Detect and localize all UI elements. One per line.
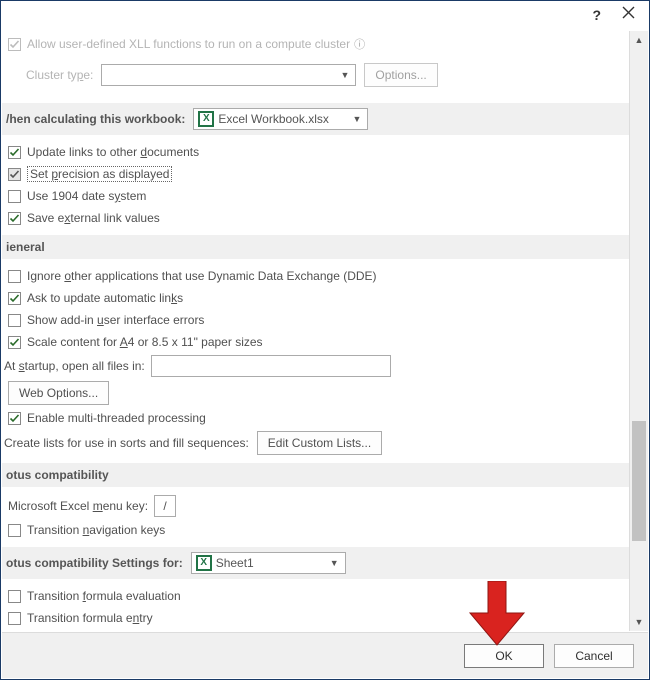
row-scale-content: Scale content for A4 or 8.5 x 11" paper … bbox=[2, 331, 629, 353]
trans-formula-entry-label: Transition formula entry bbox=[27, 611, 153, 625]
enable-mt-label: Enable multi-threaded processing bbox=[27, 411, 206, 425]
row-update-links: Update links to other documents bbox=[2, 141, 629, 163]
content-area: Allow user-defined XLL functions to run … bbox=[2, 31, 648, 631]
scroll-area: Allow user-defined XLL functions to run … bbox=[2, 31, 629, 631]
row-enable-mt: Enable multi-threaded processing bbox=[2, 407, 629, 429]
row-ask-update: Ask to update automatic links bbox=[2, 287, 629, 309]
checkbox-show-addin[interactable] bbox=[8, 314, 21, 327]
show-addin-label: Show add-in user interface errors bbox=[27, 313, 204, 327]
row-web-options: Web Options... bbox=[2, 379, 629, 407]
use-1904-label: Use 1904 date system bbox=[27, 189, 146, 203]
checkbox-xll bbox=[8, 38, 21, 51]
checkbox-ignore-dde[interactable] bbox=[8, 270, 21, 283]
workbook-dropdown[interactable]: X Excel Workbook.xlsx ▼ bbox=[193, 108, 368, 130]
row-trans-nav: Transition navigation keys bbox=[2, 519, 629, 541]
ask-update-label: Ask to update automatic links bbox=[27, 291, 183, 305]
xll-label: Allow user-defined XLL functions to run … bbox=[27, 37, 350, 51]
section-header-general: ieneral bbox=[2, 235, 629, 259]
help-icon[interactable]: ? bbox=[592, 7, 601, 23]
menu-key-input[interactable]: / bbox=[154, 495, 176, 517]
chevron-down-icon: ▼ bbox=[336, 70, 353, 80]
checkbox-ask-update[interactable] bbox=[8, 292, 21, 305]
ok-button[interactable]: OK bbox=[464, 644, 544, 668]
row-trans-formula-entry: Transition formula entry bbox=[2, 607, 629, 629]
titlebar: ? bbox=[1, 1, 649, 31]
section-header-lotus-settings: otus compatibility Settings for: X Sheet… bbox=[2, 547, 629, 579]
cluster-options-button[interactable]: Options... bbox=[364, 63, 437, 87]
cluster-dropdown[interactable]: ▼ bbox=[101, 64, 356, 86]
dialog-button-bar: OK Cancel bbox=[2, 632, 648, 678]
sheet-name: Sheet1 bbox=[216, 556, 254, 570]
excel-workbook-icon: X bbox=[198, 111, 214, 127]
set-precision-label: Set precision as displayed bbox=[27, 166, 172, 182]
lotus-settings-header-label: otus compatibility Settings for: bbox=[6, 556, 183, 570]
row-use-1904: Use 1904 date system bbox=[2, 185, 629, 207]
cluster-label: Cluster type: bbox=[26, 68, 93, 82]
scroll-up-icon[interactable]: ▲ bbox=[630, 31, 648, 49]
trans-nav-label: Transition navigation keys bbox=[27, 523, 165, 537]
checkbox-use-1904[interactable] bbox=[8, 190, 21, 203]
workbook-name: Excel Workbook.xlsx bbox=[218, 112, 328, 126]
close-icon[interactable] bbox=[622, 6, 635, 22]
checkbox-scale-content[interactable] bbox=[8, 336, 21, 349]
startup-label: At startup, open all files in: bbox=[4, 359, 145, 373]
xll-row: Allow user-defined XLL functions to run … bbox=[2, 33, 629, 55]
info-icon[interactable]: ⓘ bbox=[354, 36, 365, 52]
update-links-label: Update links to other documents bbox=[27, 145, 199, 159]
web-options-button[interactable]: Web Options... bbox=[8, 381, 109, 405]
row-show-addin: Show add-in user interface errors bbox=[2, 309, 629, 331]
row-trans-formula-eval: Transition formula evaluation bbox=[2, 585, 629, 607]
checkbox-trans-formula-entry[interactable] bbox=[8, 612, 21, 625]
row-save-external: Save external link values bbox=[2, 207, 629, 229]
row-create-lists: Create lists for use in sorts and fill s… bbox=[2, 429, 629, 457]
checkbox-save-external[interactable] bbox=[8, 212, 21, 225]
vertical-scrollbar[interactable]: ▲ ▼ bbox=[629, 31, 648, 631]
scale-content-label: Scale content for A4 or 8.5 x 11" paper … bbox=[27, 335, 263, 349]
checkbox-enable-mt[interactable] bbox=[8, 412, 21, 425]
cluster-row: Cluster type: ▼ Options... bbox=[2, 61, 629, 89]
row-startup: At startup, open all files in: bbox=[2, 353, 629, 379]
menu-key-label: Microsoft Excel menu key: bbox=[8, 499, 148, 513]
row-set-precision: Set precision as displayed bbox=[2, 163, 629, 185]
scrollbar-thumb[interactable] bbox=[632, 421, 646, 541]
save-external-label: Save external link values bbox=[27, 211, 160, 225]
annotation-arrow-icon bbox=[468, 581, 526, 647]
checkbox-trans-formula-eval[interactable] bbox=[8, 590, 21, 603]
row-menu-key: Microsoft Excel menu key: / bbox=[2, 493, 629, 519]
section-header-calc: /hen calculating this workbook: X Excel … bbox=[2, 103, 629, 135]
scroll-down-icon[interactable]: ▼ bbox=[630, 613, 648, 631]
chevron-down-icon: ▼ bbox=[348, 114, 365, 124]
edit-custom-lists-button[interactable]: Edit Custom Lists... bbox=[257, 431, 382, 455]
ignore-dde-label: Ignore other applications that use Dynam… bbox=[27, 269, 377, 283]
row-ignore-dde: Ignore other applications that use Dynam… bbox=[2, 265, 629, 287]
excel-sheet-icon: X bbox=[196, 555, 212, 571]
cancel-button[interactable]: Cancel bbox=[554, 644, 634, 668]
trans-formula-eval-label: Transition formula evaluation bbox=[27, 589, 181, 603]
checkbox-trans-nav[interactable] bbox=[8, 524, 21, 537]
section-header-lotus: otus compatibility bbox=[2, 463, 629, 487]
chevron-down-icon: ▼ bbox=[326, 558, 343, 568]
checkbox-set-precision[interactable] bbox=[8, 168, 21, 181]
create-lists-label: Create lists for use in sorts and fill s… bbox=[4, 436, 249, 450]
calc-header-label: /hen calculating this workbook: bbox=[6, 112, 185, 126]
startup-path-input[interactable] bbox=[151, 355, 391, 377]
sheet-dropdown[interactable]: X Sheet1 ▼ bbox=[191, 552, 346, 574]
checkbox-update-links[interactable] bbox=[8, 146, 21, 159]
